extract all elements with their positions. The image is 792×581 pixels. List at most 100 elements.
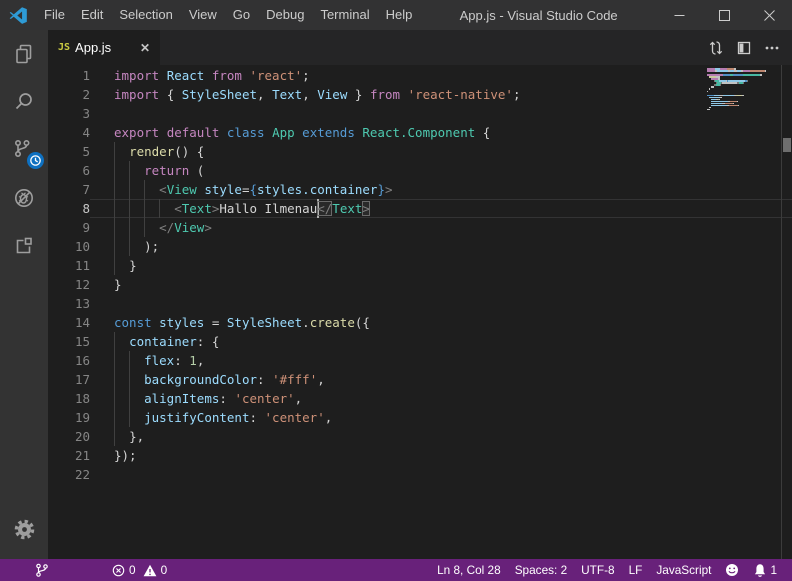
token: 'react-native': [408, 87, 513, 102]
token: :: [257, 372, 272, 387]
code-line-20[interactable]: },: [90, 427, 792, 446]
token: ({: [355, 315, 370, 330]
menu-view[interactable]: View: [181, 0, 225, 30]
minimize-button[interactable]: [657, 0, 702, 30]
minimap[interactable]: [707, 68, 775, 113]
token: (: [189, 163, 204, 178]
code-line-3[interactable]: [90, 104, 792, 123]
code-line-2[interactable]: import { StyleSheet, Text, View } from '…: [90, 85, 792, 104]
line-number: 10: [48, 237, 90, 256]
tab-bar: JS App.js ✕: [48, 30, 792, 65]
code-line-11[interactable]: }: [90, 256, 792, 275]
indent-guide: [114, 199, 115, 218]
code-line-10[interactable]: );: [90, 237, 792, 256]
menu-selection[interactable]: Selection: [111, 0, 180, 30]
overview-ruler[interactable]: [781, 65, 792, 559]
feedback-smiley-icon[interactable]: [718, 559, 746, 581]
menu-help[interactable]: Help: [378, 0, 421, 30]
notifications-bell[interactable]: 1: [746, 559, 784, 581]
code-line-1[interactable]: import React from 'react';: [90, 66, 792, 85]
status-eol[interactable]: LF: [622, 559, 650, 581]
more-actions-icon[interactable]: [758, 30, 786, 65]
status-language-mode[interactable]: JavaScript: [649, 559, 718, 581]
split-editor-icon[interactable]: [730, 30, 758, 65]
problems-status[interactable]: 0 0: [107, 559, 172, 581]
menu-edit[interactable]: Edit: [73, 0, 111, 30]
tab-appjs[interactable]: JS App.js ✕: [48, 30, 160, 65]
indent-guide: [114, 427, 115, 446]
indent-guide: [129, 370, 130, 389]
status-indentation[interactable]: Spaces: 2: [508, 559, 574, 581]
code-line-17[interactable]: backgroundColor: '#fff',: [90, 370, 792, 389]
code-line-14[interactable]: const styles = StyleSheet.create({: [90, 313, 792, 332]
indent-guide: [129, 408, 130, 427]
token: Text: [272, 87, 302, 102]
line-number: 22: [48, 465, 90, 484]
token: :: [174, 353, 189, 368]
debug-icon[interactable]: [0, 174, 48, 222]
code-line-12[interactable]: }: [90, 275, 792, 294]
token: default: [167, 125, 227, 140]
token: });: [114, 448, 137, 463]
close-button[interactable]: [747, 0, 792, 30]
token: ,: [295, 391, 303, 406]
token: [114, 182, 159, 197]
code-line-21[interactable]: });: [90, 446, 792, 465]
token: React.Component: [362, 125, 475, 140]
line-number: 2: [48, 85, 90, 104]
source-control-clock-badge: [27, 152, 44, 169]
source-control-icon[interactable]: [0, 126, 48, 174]
settings-gear-icon[interactable]: [0, 505, 48, 553]
token: import: [114, 68, 167, 83]
line-number: 7: [48, 180, 90, 199]
code-line-9[interactable]: </View>: [90, 218, 792, 237]
search-icon[interactable]: [0, 78, 48, 126]
token: class: [227, 125, 272, 140]
git-branch-icon[interactable]: [30, 559, 54, 581]
token: },: [129, 429, 144, 444]
code-line-16[interactable]: flex: 1,: [90, 351, 792, 370]
line-number: 19: [48, 408, 90, 427]
token: return: [144, 163, 189, 178]
extensions-icon[interactable]: [0, 222, 48, 270]
token: () {: [174, 144, 204, 159]
status-encoding[interactable]: UTF-8: [574, 559, 621, 581]
code-line-19[interactable]: justifyContent: 'center',: [90, 408, 792, 427]
menu-debug[interactable]: Debug: [258, 0, 312, 30]
token: :: [219, 391, 234, 406]
menu-go[interactable]: Go: [225, 0, 258, 30]
window-controls: [657, 0, 792, 30]
token: >: [362, 201, 370, 216]
editor-actions: [702, 30, 792, 65]
line-number: 15: [48, 332, 90, 351]
menu-file[interactable]: File: [36, 0, 73, 30]
code-line-18[interactable]: alignItems: 'center',: [90, 389, 792, 408]
indent-guide: [114, 237, 115, 256]
code-content[interactable]: import React from 'react';import { Style…: [90, 66, 792, 559]
line-number: 3: [48, 104, 90, 123]
indent-guide: [114, 142, 115, 161]
vscode-logo-icon: [0, 6, 36, 25]
code-line-7[interactable]: <View style={styles.container}>: [90, 180, 792, 199]
token: </: [159, 220, 174, 235]
notification-count: 1: [770, 563, 777, 577]
code-line-15[interactable]: container: {: [90, 332, 792, 351]
code-line-8[interactable]: <Text>Hallo Ilmenau</Text>: [90, 199, 792, 218]
token: StyleSheet: [227, 315, 302, 330]
code-line-13[interactable]: [90, 294, 792, 313]
code-line-4[interactable]: export default class App extends React.C…: [90, 123, 792, 142]
code-line-22[interactable]: [90, 465, 792, 484]
line-number: 8: [48, 199, 90, 218]
explorer-icon[interactable]: [0, 30, 48, 78]
token: from: [204, 68, 249, 83]
menu-terminal[interactable]: Terminal: [312, 0, 377, 30]
sync-icon[interactable]: [702, 30, 730, 65]
code-line-5[interactable]: render() {: [90, 142, 792, 161]
code-line-6[interactable]: return (: [90, 161, 792, 180]
status-cursor-position[interactable]: Ln 8, Col 28: [430, 559, 508, 581]
code-editor[interactable]: 12345678910111213141516171819202122 impo…: [48, 65, 792, 559]
token: React: [167, 68, 205, 83]
maximize-button[interactable]: [702, 0, 747, 30]
tab-close-icon[interactable]: ✕: [140, 41, 150, 55]
token: {: [475, 125, 490, 140]
